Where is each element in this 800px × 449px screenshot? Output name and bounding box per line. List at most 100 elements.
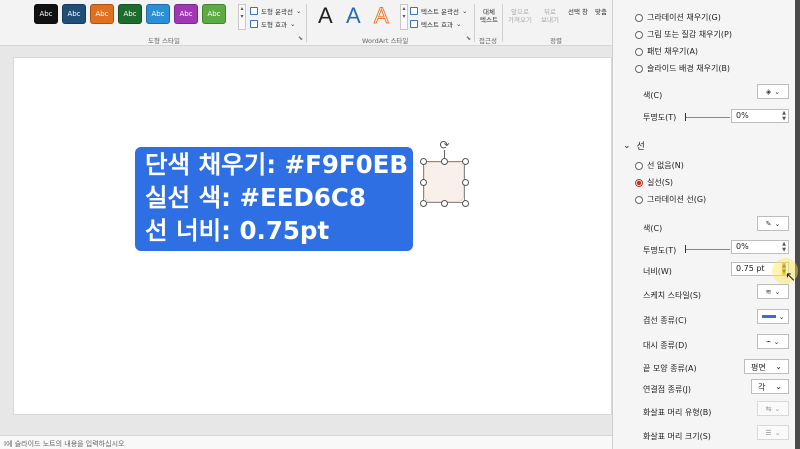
divider	[306, 4, 307, 42]
fill-option-slide-background[interactable]: 슬라이드 배경 채우기(B)	[635, 63, 730, 74]
fill-color-label: 색(C)	[643, 91, 663, 100]
shape-format-commands: 도형 윤곽선 ⌄ 도형 효과 ⌄	[250, 6, 301, 29]
shape-style-swatch[interactable]: Abc	[146, 4, 170, 24]
text-effects-button[interactable]: 텍스트 효과 ⌄	[410, 19, 467, 29]
shape-effects-button[interactable]: 도형 효과 ⌄	[250, 19, 301, 29]
cap-type-label: 끝 모양 종류(A)	[643, 364, 697, 373]
chevron-down-icon: ⌄	[623, 140, 631, 151]
resize-handle-ne[interactable]	[462, 158, 469, 165]
fill-option-pattern[interactable]: 패턴 채우기(A)	[635, 46, 698, 57]
line-option-none[interactable]: 선 없음(N)	[635, 160, 684, 171]
shape-style-swatch[interactable]: Abc	[174, 4, 198, 24]
wordart-style-blue[interactable]: A	[346, 3, 361, 29]
fill-option-gradient[interactable]: 그라데이션 채우기(G)	[635, 12, 721, 23]
callout-textbox[interactable]: 단색 채우기: #F9F0EB 실선 색: #EED6C8 선 너비: 0.75…	[135, 147, 413, 251]
chevron-down-icon: ⌄	[778, 312, 785, 321]
align-button[interactable]: 맞춤	[592, 8, 610, 16]
shape-style-swatch[interactable]: Abc	[90, 4, 114, 24]
selection-pane-button[interactable]: 선택 창	[566, 8, 590, 16]
shape-style-swatch[interactable]: Abc	[118, 4, 142, 24]
spinner-arrows-icon[interactable]: ▲ ▼	[782, 241, 786, 253]
line-transparency-input[interactable]: 0% ▲ ▼	[731, 240, 789, 254]
spinner-arrows-icon[interactable]: ▲ ▼	[782, 110, 786, 122]
chevron-down-icon: ⌄	[773, 337, 780, 346]
fill-transparency-input[interactable]: 0% ▲ ▼	[731, 109, 789, 123]
line-option-solid[interactable]: 실선(S)	[635, 177, 673, 188]
resize-handle-se[interactable]	[462, 200, 469, 207]
line-transparency-slider[interactable]	[686, 249, 730, 250]
fill-color-picker[interactable]: ◈ ⌄	[757, 84, 789, 99]
rotate-handle-icon[interactable]: ⟳	[438, 139, 451, 152]
divider	[502, 4, 503, 42]
resize-handle-e[interactable]	[462, 179, 469, 186]
slider-thumb[interactable]	[685, 245, 686, 253]
chevron-down-icon: ⌄	[774, 404, 781, 413]
alt-text-button[interactable]: 대체 텍스트	[478, 8, 500, 24]
notes-pane[interactable]: I에 슬라이드 노트의 내용을 입력하십시오	[0, 435, 612, 449]
wordart-style-orange[interactable]: A	[374, 3, 390, 29]
pane-scrollbar[interactable]	[795, 0, 800, 449]
dash-line-icon: ┅	[766, 337, 771, 346]
dialog-launcher-icon[interactable]: ⬊	[298, 35, 303, 42]
arrow-type-icon: ⇆	[765, 404, 772, 413]
compound-type-label: 겹선 종류(C)	[643, 316, 687, 325]
chevron-down-icon: ⌄	[775, 382, 782, 391]
resize-handle-w[interactable]	[420, 179, 427, 186]
shape-style-swatch[interactable]: Abc	[62, 4, 86, 24]
resize-handle-s[interactable]	[441, 200, 448, 207]
send-backward-button[interactable]: 뒤로 보내기	[538, 8, 562, 24]
text-effects-icon	[410, 20, 418, 28]
join-type-label: 연결점 종류(J)	[643, 385, 691, 394]
compound-type-picker[interactable]: ⌄	[757, 309, 789, 324]
slide-canvas[interactable]: 단색 채우기: #F9F0EB 실선 색: #EED6C8 선 너비: 0.75…	[13, 57, 612, 415]
resize-handle-sw[interactable]	[420, 200, 427, 207]
radio-icon	[635, 161, 643, 170]
shape-style-gallery: Abc Abc Abc Abc Abc Abc Abc	[34, 4, 226, 24]
line-color-picker[interactable]: ✎ ⌄	[757, 216, 789, 231]
dialog-launcher-icon[interactable]: ⬊	[466, 35, 471, 42]
pen-icon	[250, 7, 258, 15]
bring-forward-button[interactable]: 앞으로 가져오기	[506, 8, 534, 24]
ribbon: Abc Abc Abc Abc Abc Abc Abc ▴ ▾ 도형 윤곽선 ⌄ 도…	[0, 0, 612, 46]
chevron-down-icon: ⌄	[774, 219, 781, 228]
wordart-style-black[interactable]: A	[318, 3, 333, 29]
begin-arrow-type-label: 화살표 머리 유형(B)	[643, 408, 712, 417]
sketch-line-icon: ≋	[765, 287, 772, 296]
fill-transparency-label: 투명도(T)	[643, 113, 677, 122]
join-type-dropdown[interactable]: 각 ⌄	[751, 379, 789, 394]
selected-rounded-rectangle[interactable]	[424, 162, 464, 202]
radio-icon	[635, 195, 643, 204]
fill-option-picture[interactable]: 그림 또는 질감 채우기(P)	[635, 29, 732, 40]
shape-style-swatch[interactable]: Abc	[34, 4, 58, 24]
chevron-down-icon: ⌄	[774, 428, 781, 437]
resize-handle-n[interactable]	[441, 158, 448, 165]
wordart-more-button[interactable]: ▴ ▾	[400, 4, 408, 30]
callout-line: 단색 채우기: #F9F0EB	[145, 150, 409, 179]
line-section-header[interactable]: ⌄ 선	[623, 139, 645, 153]
resize-handle-nw[interactable]	[420, 158, 427, 165]
callout-line: 실선 색: #EED6C8	[145, 183, 366, 212]
fill-transparency-slider[interactable]	[686, 117, 730, 118]
begin-arrow-type-picker[interactable]: ⇆ ⌄	[757, 401, 789, 416]
mouse-cursor-icon: ↖	[785, 270, 796, 285]
callout-line: 선 너비: 0.75pt	[145, 216, 330, 245]
line-option-gradient[interactable]: 그라데이션 선(G)	[635, 194, 706, 205]
slider-thumb[interactable]	[685, 113, 686, 121]
text-outline-button[interactable]: 텍스트 윤곽선 ⌄	[410, 6, 467, 16]
divider	[474, 4, 475, 42]
dash-type-picker[interactable]: ┅ ⌄	[757, 334, 789, 349]
effects-icon	[250, 20, 258, 28]
shape-outline-button[interactable]: 도형 윤곽선 ⌄	[250, 6, 301, 16]
radio-selected-icon	[635, 178, 643, 187]
begin-arrow-size-label: 화살표 머리 크기(S)	[643, 432, 711, 441]
paint-bucket-icon: ◈	[765, 87, 772, 96]
sketch-style-picker[interactable]: ≋ ⌄	[757, 284, 789, 299]
line-transparency-label: 투명도(T)	[643, 246, 677, 255]
line-color-label: 색(C)	[643, 224, 663, 233]
begin-arrow-size-picker[interactable]: ☰ ⌄	[757, 425, 789, 440]
radio-icon	[635, 47, 643, 56]
dash-type-label: 대시 종류(D)	[643, 341, 688, 350]
cap-type-dropdown[interactable]: 평면 ⌄	[744, 359, 789, 374]
gallery-more-button[interactable]: ▴ ▾	[238, 4, 246, 30]
shape-style-swatch[interactable]: Abc	[202, 4, 226, 24]
